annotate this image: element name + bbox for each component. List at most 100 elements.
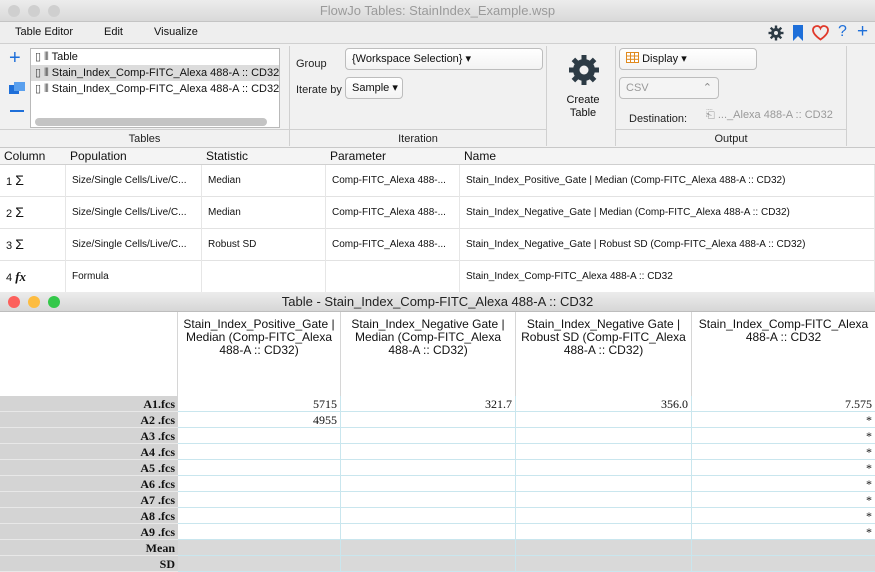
data-cell[interactable]: *: [692, 492, 875, 508]
row-header[interactable]: A3 .fcs: [0, 428, 178, 444]
data-cell[interactable]: [178, 428, 341, 444]
data-cell[interactable]: [178, 460, 341, 476]
minimize-window-button[interactable]: [28, 5, 40, 17]
population-cell[interactable]: Size/Single Cells/Live/C...: [66, 165, 202, 197]
parameter-cell[interactable]: Comp-FITC_Alexa 488-...: [326, 165, 460, 197]
statistic-cell[interactable]: Median: [202, 165, 326, 197]
data-cell[interactable]: [178, 556, 341, 572]
data-cell[interactable]: [341, 524, 516, 540]
column-header[interactable]: Stain_Index_Positive_Gate | Median (Comp…: [178, 312, 341, 396]
population-cell[interactable]: Size/Single Cells/Live/C...: [66, 229, 202, 261]
table-row[interactable]: 3 Σ Size/Single Cells/Live/C... Robust S…: [0, 229, 875, 261]
row-header[interactable]: A1.fcs: [0, 396, 178, 412]
statistic-cell[interactable]: Median: [202, 197, 326, 229]
data-cell[interactable]: [178, 508, 341, 524]
data-cell[interactable]: [516, 412, 692, 428]
data-cell[interactable]: *: [692, 444, 875, 460]
tables-list[interactable]: ▯ ⫴ Table ▯ ⫴ Stain_Index_Comp-FITC_Alex…: [30, 48, 280, 128]
data-cell[interactable]: [516, 540, 692, 556]
group-select[interactable]: {Workspace Selection} ▾: [345, 48, 543, 70]
data-cell[interactable]: *: [692, 460, 875, 476]
column-header[interactable]: Stain_Index_Negative Gate | Robust SD (C…: [516, 312, 692, 396]
data-cell[interactable]: *: [692, 412, 875, 428]
minimize-window-button[interactable]: [28, 296, 40, 308]
statistic-cell[interactable]: [202, 261, 326, 293]
data-cell[interactable]: [692, 540, 875, 556]
data-cell[interactable]: [341, 508, 516, 524]
data-cell[interactable]: [516, 556, 692, 572]
data-cell[interactable]: [516, 508, 692, 524]
data-cell[interactable]: [341, 556, 516, 572]
data-cell[interactable]: [341, 444, 516, 460]
data-cell[interactable]: [341, 476, 516, 492]
data-cell[interactable]: *: [692, 428, 875, 444]
data-cell[interactable]: *: [692, 476, 875, 492]
zoom-window-button[interactable]: [48, 296, 60, 308]
data-cell[interactable]: *: [692, 524, 875, 540]
data-cell[interactable]: 7.575: [692, 396, 875, 412]
data-cell[interactable]: [178, 524, 341, 540]
population-cell[interactable]: Size/Single Cells/Live/C...: [66, 197, 202, 229]
data-cell[interactable]: [178, 540, 341, 556]
parameter-cell[interactable]: [326, 261, 460, 293]
name-cell[interactable]: Stain_Index_Negative_Gate | Median (Comp…: [460, 197, 875, 229]
close-window-button[interactable]: [8, 296, 20, 308]
table-row[interactable]: 4 fx Formula Stain_Index_Comp-FITC_Alexa…: [0, 261, 875, 293]
menu-edit[interactable]: Edit: [104, 26, 123, 38]
create-table-button[interactable]: Create Table: [551, 50, 615, 130]
data-cell[interactable]: 356.0: [516, 396, 692, 412]
data-cell[interactable]: *: [692, 508, 875, 524]
list-item[interactable]: ▯ ⫴ Stain_Index_Comp-FITC_Alexa 488-A ::…: [31, 81, 279, 97]
close-window-button[interactable]: [8, 5, 20, 17]
zoom-window-button[interactable]: [48, 5, 60, 17]
column-header[interactable]: Stain_Index_Negative Gate | Median (Comp…: [341, 312, 516, 396]
data-cell[interactable]: [692, 556, 875, 572]
table-row[interactable]: 2 Σ Size/Single Cells/Live/C... Median C…: [0, 197, 875, 229]
column-header[interactable]: Stain_Index_Comp-FITC_Alexa 488-A :: CD3…: [692, 312, 875, 396]
add-table-icon[interactable]: +: [9, 48, 21, 68]
name-cell[interactable]: Stain_Index_Negative_Gate | Robust SD (C…: [460, 229, 875, 261]
row-header[interactable]: SD: [0, 556, 178, 572]
list-item[interactable]: ▯ ⫴ Stain_Index_Comp-FITC_Alexa 488-A ::…: [31, 65, 279, 81]
row-header[interactable]: A4 .fcs: [0, 444, 178, 460]
row-header[interactable]: A8 .fcs: [0, 508, 178, 524]
data-cell[interactable]: [516, 476, 692, 492]
data-cell[interactable]: 321.7: [341, 396, 516, 412]
list-item[interactable]: ▯ ⫴ Table: [31, 49, 279, 65]
format-select[interactable]: CSV ⌃: [619, 77, 719, 99]
iterate-by-select[interactable]: Sample ▾: [345, 77, 403, 99]
remove-table-icon[interactable]: [10, 110, 24, 112]
bookmark-icon[interactable]: [792, 25, 804, 41]
gear-icon[interactable]: [768, 25, 784, 41]
row-header[interactable]: Mean: [0, 540, 178, 556]
population-cell[interactable]: Formula: [66, 261, 202, 293]
data-cell[interactable]: [178, 444, 341, 460]
data-cell[interactable]: [516, 524, 692, 540]
data-cell[interactable]: [516, 460, 692, 476]
statistic-cell[interactable]: Robust SD: [202, 229, 326, 261]
data-cell[interactable]: 4955: [178, 412, 341, 428]
row-header[interactable]: A2 .fcs: [0, 412, 178, 428]
data-cell[interactable]: [341, 460, 516, 476]
row-header[interactable]: A7 .fcs: [0, 492, 178, 508]
name-cell[interactable]: Stain_Index_Positive_Gate | Median (Comp…: [460, 165, 875, 197]
table-row[interactable]: 1 Σ Size/Single Cells/Live/C... Median C…: [0, 165, 875, 197]
data-cell[interactable]: [178, 492, 341, 508]
name-cell[interactable]: Stain_Index_Comp-FITC_Alexa 488-A :: CD3…: [460, 261, 875, 293]
menu-table-editor[interactable]: Table Editor: [15, 26, 73, 38]
display-select[interactable]: Display ▾: [619, 48, 757, 70]
parameter-cell[interactable]: Comp-FITC_Alexa 488-...: [326, 229, 460, 261]
data-cell[interactable]: [516, 492, 692, 508]
data-cell[interactable]: [341, 412, 516, 428]
heart-icon[interactable]: [812, 25, 829, 41]
data-cell[interactable]: 5715: [178, 396, 341, 412]
destination-field[interactable]: ⎗ ..._Alexa 488-A :: CD32: [706, 109, 833, 122]
menu-visualize[interactable]: Visualize: [154, 26, 198, 38]
data-cell[interactable]: [178, 476, 341, 492]
data-cell[interactable]: [341, 540, 516, 556]
row-header[interactable]: A9 .fcs: [0, 524, 178, 540]
horizontal-scrollbar[interactable]: [35, 118, 267, 126]
help-icon[interactable]: ?: [838, 23, 847, 41]
row-header[interactable]: A6 .fcs: [0, 476, 178, 492]
duplicate-table-icon[interactable]: [9, 82, 25, 94]
